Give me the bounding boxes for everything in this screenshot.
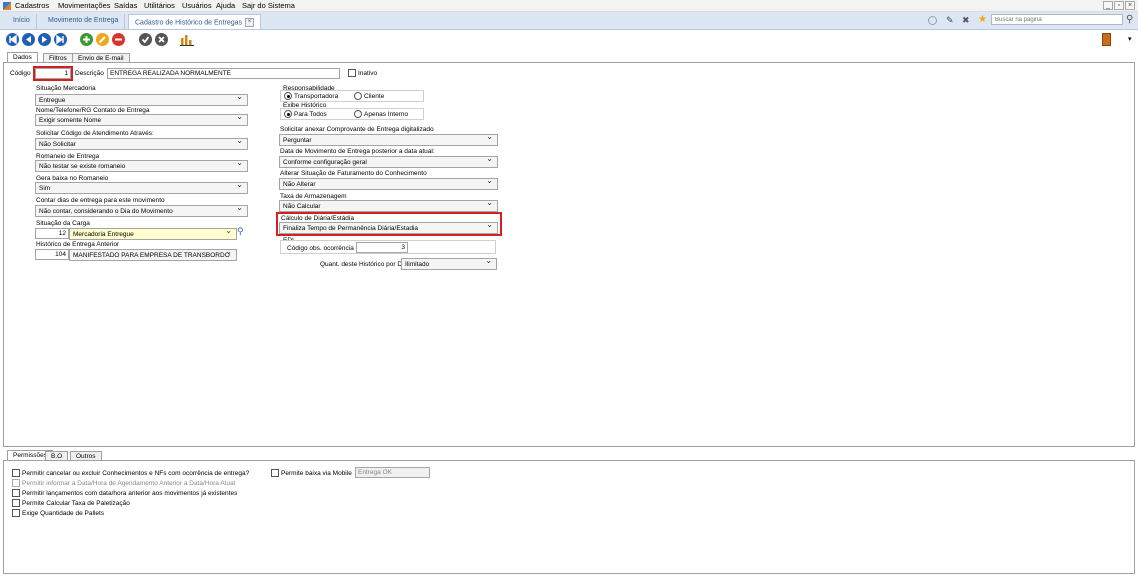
alterar-situacao-label: Alterar Situação de Faturamento do Conhe…: [280, 170, 427, 177]
transportadora-label: Transportadora: [294, 93, 339, 100]
apenas-interno-label: Apenas Interno: [364, 111, 409, 118]
gera-baixa-select[interactable]: Sim: [35, 182, 248, 194]
permissoes-panel: [3, 460, 1135, 574]
perm-agendamento-checkbox[interactable]: [12, 479, 20, 487]
history-icon[interactable]: [928, 16, 937, 25]
page-search-input[interactable]: [991, 14, 1123, 25]
situacao-carga-label: Situação da Carga: [36, 220, 90, 227]
situacao-carga-code[interactable]: 12: [35, 228, 69, 239]
menu-utilitarios[interactable]: Utilitários: [144, 1, 175, 10]
mobile-checkbox[interactable]: [271, 469, 279, 477]
contar-dias-label: Contar dias de entrega para este movimen…: [36, 197, 165, 204]
anexar-select[interactable]: Perguntar: [279, 134, 498, 146]
situacao-mercadoria-select[interactable]: Entregue: [35, 94, 248, 106]
contar-dias-select[interactable]: Não contar, considerando o Dia do Movime…: [35, 205, 248, 217]
gera-baixa-label: Gera baixa no Romaneio: [36, 175, 109, 182]
perm-agendamento-label: Permitir informar a Data/Hora de Agendam…: [22, 480, 236, 487]
para-todos-label: Para Todos: [294, 111, 327, 118]
app-icon: [3, 2, 11, 10]
menu-sair[interactable]: Sajr do Sistema: [242, 1, 295, 10]
situacao-mercadoria-label: Situação Mercadoria: [36, 85, 96, 92]
situacao-carga-select[interactable]: Mercadoria Entregue: [69, 228, 237, 240]
more-chevron-icon[interactable]: ▾: [1128, 35, 1132, 43]
toolbar: ▾: [0, 30, 1138, 50]
delete-icon[interactable]: [112, 33, 125, 46]
menu-ajuda[interactable]: Ajuda: [216, 1, 235, 10]
tab-movimento-entrega[interactable]: Movimento de Entrega: [42, 14, 126, 29]
search-icon[interactable]: ⚲: [1126, 14, 1133, 25]
codigo-obs-field[interactable]: 3: [356, 242, 408, 253]
solicitar-codigo-select[interactable]: Não Solicitar: [35, 138, 248, 150]
data-movimento-select[interactable]: Conforme configuração geral: [279, 156, 498, 168]
radio-transportadora[interactable]: [284, 92, 292, 100]
confirm-icon[interactable]: [139, 33, 152, 46]
descricao-label: Descrição: [75, 70, 104, 77]
last-record-icon[interactable]: [54, 33, 67, 46]
menu-saidas[interactable]: Saídas: [114, 1, 137, 10]
menu-movimentacoes[interactable]: Movimentações: [58, 1, 111, 10]
edit-icon[interactable]: [96, 33, 109, 46]
perm-pallets-label: Exige Quantidade de Pallets: [22, 510, 105, 517]
anexar-label: Solicitar anexar Comprovante de Entrega …: [280, 126, 434, 133]
calculo-diaria-highlight: [276, 212, 502, 236]
perm-paletizacao-label: Permite Calcular Taxa de Paletização: [22, 500, 130, 507]
mobile-field[interactable]: Entrega OK: [355, 467, 430, 478]
taxa-armazenagem-select[interactable]: Não Calcular: [279, 200, 498, 212]
codigo-highlight: [33, 66, 73, 81]
descricao-field[interactable]: ENTREGA REALIZADA NORMALMENTE: [107, 68, 340, 79]
pin-icon[interactable]: ✖: [962, 15, 970, 26]
nome-contato-select[interactable]: Exigir somente Nome: [35, 114, 248, 126]
favorite-star-icon[interactable]: ★: [978, 14, 987, 25]
historico-anterior-code[interactable]: 104: [35, 249, 69, 260]
solicitar-codigo-label: Solicitar Código de Atendimento Através:: [36, 130, 154, 137]
add-icon[interactable]: [80, 33, 93, 46]
codigo-obs-label: Código obs. ocorrência: [287, 245, 354, 252]
alterar-situacao-select[interactable]: Não Alterar: [279, 178, 498, 190]
perm-paletizacao-checkbox[interactable]: [12, 499, 20, 507]
exit-door-icon[interactable]: [1102, 33, 1111, 46]
romaneio-select[interactable]: Não testar se existe romaneio: [35, 160, 248, 172]
nome-contato-label: Nome/Telefone/RG Contato de Entrega: [36, 107, 150, 114]
minimize-button[interactable]: _: [1103, 1, 1113, 10]
tab-label: Cadastro de Histórico de Entregas: [135, 19, 242, 27]
search-carga-icon[interactable]: ⚲: [237, 226, 244, 237]
radio-apenas-interno[interactable]: [354, 110, 362, 118]
radio-cliente[interactable]: [354, 92, 362, 100]
next-record-icon[interactable]: [38, 33, 51, 46]
historico-anterior-label: Histórico de Entrega Anterior: [36, 241, 120, 248]
first-record-icon[interactable]: [6, 33, 19, 46]
menu-usuarios[interactable]: Usuários: [182, 1, 212, 10]
perm-cancelar-label: Permitir cancelar ou excluir Conheciment…: [22, 470, 250, 477]
inativo-label: Inativo: [358, 70, 378, 77]
document-tabs: Início Movimento de Entrega Cadastro de …: [0, 12, 1138, 30]
menu-cadastros[interactable]: Cadastros: [15, 1, 49, 10]
perm-lancamentos-label: Permitir lançamentos com data/hora anter…: [22, 490, 238, 497]
perm-pallets-checkbox[interactable]: [12, 509, 20, 517]
cancel-icon[interactable]: [155, 33, 168, 46]
taxa-armazenagem-label: Taxa de Armazenagem: [280, 193, 347, 200]
romaneio-label: Romaneio de Entrega: [36, 153, 100, 160]
tab-cadastro-historico[interactable]: Cadastro de Histórico de Entregas ×: [128, 14, 261, 29]
cliente-label: Cliente: [364, 93, 385, 100]
quant-historico-select[interactable]: Ilimitado: [401, 258, 497, 270]
data-movimento-label: Data de Movimento de Entrega posterior a…: [280, 148, 435, 155]
tab-close-icon[interactable]: ×: [245, 18, 254, 27]
close-window-button[interactable]: ×: [1125, 1, 1135, 10]
radio-para-todos[interactable]: [284, 110, 292, 118]
tools-icon[interactable]: ✎: [946, 15, 954, 26]
mobile-label: Permite baixa via Mobile: [281, 470, 352, 477]
report-chart-icon[interactable]: [180, 33, 194, 46]
menu-bar: Cadastros Movimentações Saídas Utilitári…: [0, 0, 1138, 12]
inativo-checkbox[interactable]: [348, 69, 356, 77]
codigo-label: Código: [10, 70, 31, 77]
restore-button[interactable]: ▫: [1114, 1, 1124, 10]
perm-lancamentos-checkbox[interactable]: [12, 489, 20, 497]
perm-cancelar-checkbox[interactable]: [12, 469, 20, 477]
historico-anterior-select[interactable]: MANIFESTADO PARA EMPRESA DE TRANSBORDO: [69, 249, 237, 261]
tab-inicio[interactable]: Início: [7, 14, 37, 29]
previous-record-icon[interactable]: [22, 33, 35, 46]
